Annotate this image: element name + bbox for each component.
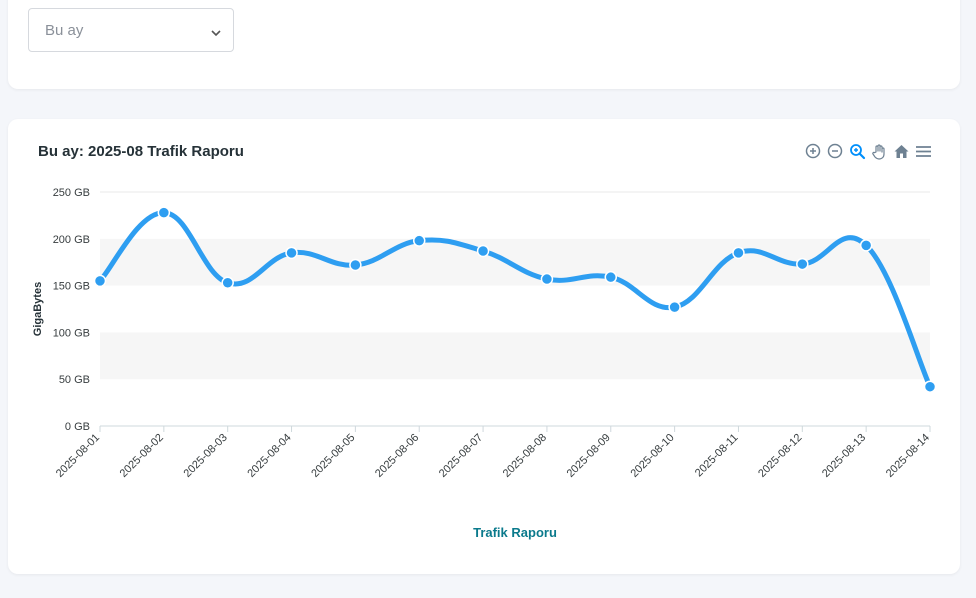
y-tick-label: 0 GB: [65, 421, 90, 433]
data-point[interactable]: [540, 272, 554, 286]
x-tick-label: 2025-08-06: [373, 432, 421, 480]
x-tick-label: 2025-08-09: [565, 432, 613, 480]
chart-card: 0 GB 50 GB 100 GB 150 GB 200 GB 250 GB 2025-0…: [8, 119, 960, 574]
period-select[interactable]: Bu ay: [28, 8, 234, 52]
data-point[interactable]: [732, 246, 745, 260]
x-axis-tickmarks: [99, 426, 931, 432]
x-tick-label: 2025-08-11: [693, 432, 741, 480]
zoom-out-icon[interactable]: [826, 142, 844, 160]
chevron-down-icon: [211, 25, 221, 37]
grid-bands: [100, 191, 930, 426]
y-tick-label: 100 GB: [53, 327, 90, 339]
x-tick-label: 2025-08-08: [501, 432, 549, 480]
filter-card: Bu ay: [8, 0, 960, 89]
grid-band: [100, 332, 930, 380]
chart-toolbar: [804, 142, 932, 160]
x-tick-label: 2025-08-10: [628, 432, 676, 480]
period-select-value: Bu ay: [45, 21, 84, 39]
x-tick-label: 2025-08-01: [54, 432, 102, 480]
chart-title: Bu ay: 2025-08 Trafik Raporu: [38, 143, 244, 160]
data-point[interactable]: [157, 206, 171, 219]
x-tick-label: 2025-08-05: [309, 432, 357, 480]
x-tick-label: 2025-08-13: [820, 432, 868, 480]
grid-band: [100, 192, 930, 239]
y-axis-label: GigaBytes: [32, 282, 44, 336]
data-point[interactable]: [604, 270, 618, 284]
y-tick-label: 250 GB: [53, 187, 90, 199]
x-tick-label: 2025-08-07: [437, 432, 485, 480]
x-tick-label: 2025-08-04: [245, 432, 293, 480]
x-tick-label: 2025-08-14: [884, 432, 932, 480]
x-axis-ticks: 2025-08-01 2025-08-02 2025-08-03 2025-08-04…: [54, 432, 932, 480]
x-tick-label: 2025-08-03: [182, 432, 230, 480]
pan-hand-icon[interactable]: [870, 142, 888, 160]
data-point[interactable]: [668, 300, 681, 314]
grid-band: [100, 379, 930, 426]
x-axis-label: Trafik Raporu: [473, 525, 557, 540]
y-tick-label: 200 GB: [53, 234, 90, 246]
data-point[interactable]: [221, 276, 234, 290]
home-icon[interactable]: [892, 142, 910, 160]
data-point[interactable]: [476, 244, 490, 258]
zoom-in-icon[interactable]: [804, 142, 822, 160]
y-axis-ticks: 0 GB 50 GB 100 GB 150 GB 200 GB 250 GB: [53, 187, 90, 433]
grid-band: [100, 285, 930, 333]
data-point[interactable]: [349, 258, 362, 272]
data-point[interactable]: [923, 380, 937, 393]
traffic-chart: 0 GB 50 GB 100 GB 150 GB 200 GB 250 GB 2025-0…: [32, 187, 937, 540]
data-point[interactable]: [859, 239, 873, 252]
selection-zoom-icon[interactable]: [848, 142, 866, 160]
x-tick-label: 2025-08-12: [756, 432, 804, 480]
x-tick-label: 2025-08-02: [118, 432, 166, 480]
menu-icon[interactable]: [914, 142, 932, 160]
data-point[interactable]: [93, 274, 107, 288]
y-tick-label: 150 GB: [53, 281, 90, 293]
y-tick-label: 50 GB: [59, 374, 90, 386]
data-point[interactable]: [412, 234, 426, 247]
data-point[interactable]: [285, 246, 298, 260]
data-point[interactable]: [796, 257, 809, 271]
